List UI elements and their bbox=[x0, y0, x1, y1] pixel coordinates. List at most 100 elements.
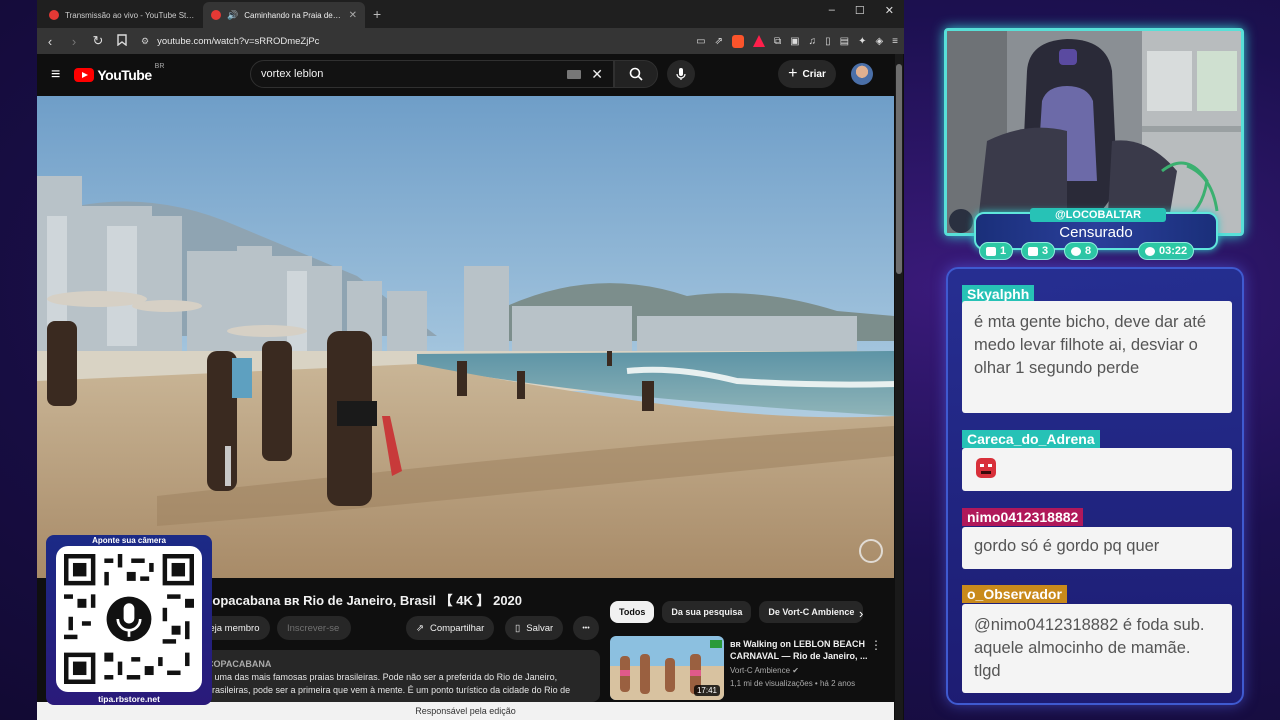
chat-icon bbox=[986, 246, 996, 256]
logo-text: YouTube bbox=[97, 67, 152, 83]
hamburger-menu-icon[interactable]: ≡ bbox=[51, 66, 60, 84]
url-field[interactable]: ⚙ youtube.com/watch?v=sRRODmeZjPc bbox=[139, 31, 686, 51]
subscribe-label: Inscrever-se bbox=[287, 622, 340, 634]
youtube-count: 3 bbox=[1042, 245, 1049, 257]
tab-label: Caminhando na Praia de Copacabana bbox=[244, 10, 342, 20]
qr-code-overlay: Aponte sua câmera tipa.rbstore.net bbox=[46, 535, 212, 705]
forward-icon[interactable]: › bbox=[67, 34, 81, 49]
subscribe-button[interactable]: Inscrever-se bbox=[277, 616, 351, 640]
chat-username: Careca_do_Adrena bbox=[962, 430, 1100, 448]
youtube-logo[interactable]: YouTube BR bbox=[74, 63, 164, 83]
avatar[interactable] bbox=[851, 63, 873, 85]
extensions-icon[interactable]: ⧉ bbox=[774, 36, 781, 47]
recommended-video[interactable]: 17:41 ʙʀ Walking on LEBLON BEACH CARNAVA… bbox=[610, 636, 890, 702]
share-page-icon[interactable]: ⇗ bbox=[715, 36, 723, 47]
create-label: Criar bbox=[802, 68, 826, 80]
tab-label: Transmissão ao vivo - YouTube Studio bbox=[65, 10, 195, 20]
angry-emote-icon bbox=[976, 458, 996, 478]
chat-username: o_Observador bbox=[962, 585, 1067, 603]
brave-rewards-icon[interactable] bbox=[753, 35, 765, 47]
page-scrollbar[interactable] bbox=[895, 54, 903, 720]
youtube-studio-icon bbox=[49, 10, 59, 20]
more-icon: ••• bbox=[582, 624, 590, 632]
chip-from-search[interactable]: Da sua pesquisa bbox=[662, 601, 752, 623]
chat-count-badge: 1 bbox=[979, 242, 1014, 260]
youtube-icon bbox=[211, 10, 221, 20]
qr-code bbox=[56, 546, 202, 692]
clear-search-icon[interactable]: ✕ bbox=[591, 66, 603, 83]
brave-shields-icon[interactable] bbox=[732, 34, 744, 48]
new-tab-button[interactable]: + bbox=[365, 6, 389, 28]
viewers-count: 8 bbox=[1085, 245, 1092, 257]
voice-search-button[interactable] bbox=[667, 60, 695, 88]
keyboard-icon[interactable] bbox=[567, 69, 582, 79]
scrollbar-thumb[interactable] bbox=[896, 64, 902, 274]
chevron-right-icon[interactable]: › bbox=[859, 606, 863, 621]
reload-icon[interactable]: ↻ bbox=[91, 33, 105, 49]
wallet-icon[interactable]: ▤ bbox=[840, 36, 849, 47]
chat-count: 1 bbox=[1000, 245, 1007, 257]
video-duration: 17:41 bbox=[693, 685, 720, 696]
timer-badge: 03:22 bbox=[1138, 242, 1195, 260]
tab-bar: Transmissão ao vivo - YouTube Studio 🔊 C… bbox=[37, 0, 904, 28]
more-actions-button[interactable]: ••• bbox=[573, 616, 599, 640]
recommended-stats: 1,1 mi de visualizações • há 2 anos bbox=[730, 679, 856, 688]
search-value: vortex leblon bbox=[261, 68, 324, 80]
chip-from-channel[interactable]: De Vort-C Ambience bbox=[759, 601, 864, 623]
share-button[interactable]: ⇗ Compartilhar bbox=[406, 616, 495, 640]
sidebar-icon[interactable]: ▯ bbox=[825, 36, 831, 47]
minimize-button[interactable]: – bbox=[829, 4, 835, 17]
kebab-menu-icon[interactable]: ⋮ bbox=[870, 638, 882, 652]
video-player[interactable] bbox=[37, 96, 894, 578]
speaker-icon: 🔊 bbox=[227, 9, 239, 20]
search-button[interactable] bbox=[614, 60, 658, 88]
chip-all[interactable]: Todos bbox=[610, 601, 655, 623]
save-button[interactable]: ▯ Salvar bbox=[505, 616, 564, 640]
chat-text: @nimo0412318882 é foda sub. aquele almoc… bbox=[962, 604, 1232, 693]
tab-copacabana-video[interactable]: 🔊 Caminhando na Praia de Copacabana ✕ bbox=[203, 2, 365, 28]
close-window-button[interactable]: ✕ bbox=[885, 4, 894, 17]
youtube-header: ≡ YouTube BR vortex leblon ✕ + Criar bbox=[37, 54, 904, 96]
back-icon[interactable]: ‹ bbox=[43, 34, 57, 49]
recommended-title: ʙʀ Walking on LEBLON BEACH CARNAVAL — Ri… bbox=[730, 639, 868, 661]
music-icon[interactable]: ♫ bbox=[809, 36, 817, 47]
maximize-button[interactable]: ☐ bbox=[855, 4, 865, 17]
bookmark-icon[interactable] bbox=[115, 33, 129, 49]
extensions-area: ▭ ⇗ ⧉ ▣ ♫ ▯ ▤ ✦ ◈ ≡ bbox=[696, 34, 898, 48]
recommended-thumbnail[interactable]: 17:41 bbox=[610, 636, 724, 700]
search-input[interactable]: vortex leblon ✕ bbox=[250, 60, 614, 88]
window-controls: – ☐ ✕ bbox=[829, 4, 900, 17]
verified-icon: ✔ bbox=[792, 666, 799, 675]
save-label: Salvar bbox=[526, 622, 554, 634]
stream-status: Censurado bbox=[1059, 224, 1133, 241]
description-line: é uma das mais famosas praias brasileira… bbox=[207, 672, 558, 682]
viewers-icon bbox=[1071, 246, 1081, 256]
description-box[interactable]: COPACABANA é uma das mais famosas praias… bbox=[197, 650, 600, 702]
plus-icon: + bbox=[788, 65, 798, 82]
cast-icon[interactable]: ▭ bbox=[696, 36, 705, 47]
url-text: youtube.com/watch?v=sRRODmeZjPc bbox=[157, 35, 320, 47]
youtube-count-badge: 3 bbox=[1021, 242, 1056, 260]
channel-name: Vort-C Ambience bbox=[730, 666, 791, 675]
video-frame-image bbox=[37, 96, 894, 578]
description-heading: COPACABANA bbox=[207, 659, 272, 669]
chat-text: é mta gente bicho, deve dar até medo lev… bbox=[962, 301, 1232, 413]
youtube-play-icon bbox=[74, 68, 95, 82]
youtube-icon bbox=[1028, 246, 1038, 256]
leo-ai-icon[interactable]: ✦ bbox=[858, 36, 866, 47]
menu-icon[interactable]: ≡ bbox=[892, 36, 898, 47]
webcam-image bbox=[947, 31, 1241, 233]
recommended-channel: Vort-C Ambience ✔ bbox=[730, 666, 799, 675]
qr-top-text: Aponte sua câmera bbox=[92, 536, 166, 545]
region-code: BR bbox=[154, 63, 165, 70]
close-tab-icon[interactable]: ✕ bbox=[349, 10, 357, 21]
chat-username: nimo0412318882 bbox=[962, 508, 1084, 526]
create-button[interactable]: + Criar bbox=[778, 60, 836, 88]
tab-youtube-studio[interactable]: Transmissão ao vivo - YouTube Studio bbox=[41, 2, 203, 28]
site-info-icon[interactable]: ⚙ bbox=[141, 36, 149, 47]
microphone-icon bbox=[676, 68, 686, 80]
address-bar: ‹ › ↻ ⚙ youtube.com/watch?v=sRRODmeZjPc … bbox=[37, 28, 904, 54]
screenshot-icon[interactable]: ▣ bbox=[790, 36, 799, 47]
webcam-frame bbox=[944, 28, 1244, 236]
vpn-icon[interactable]: ◈ bbox=[875, 36, 883, 47]
